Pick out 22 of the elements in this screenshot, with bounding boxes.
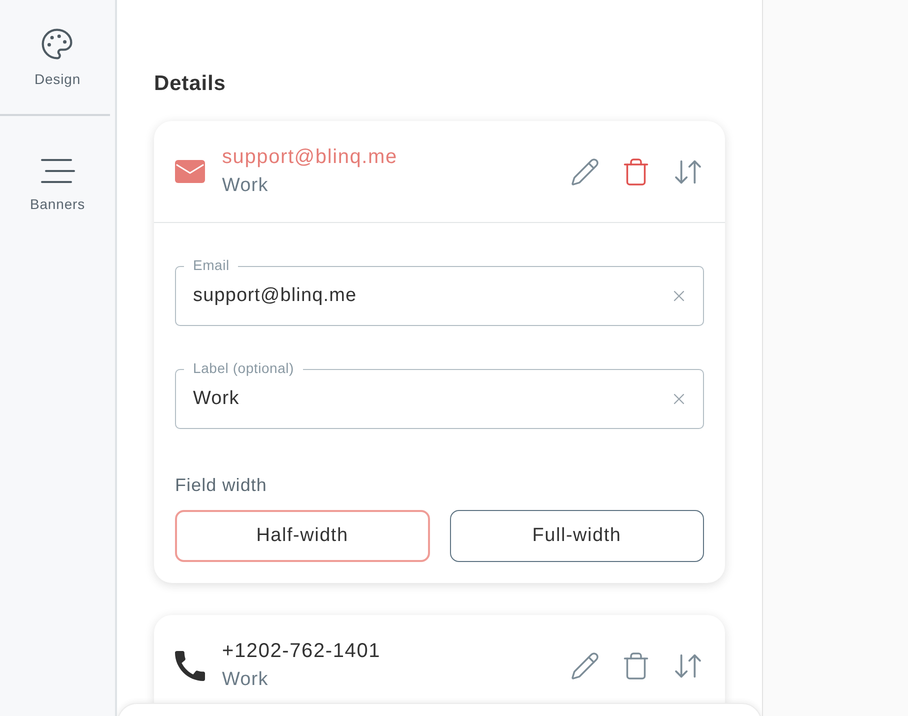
phone-icon: [175, 650, 205, 680]
delete-button[interactable]: [621, 650, 651, 680]
section-heading: Details: [154, 71, 227, 97]
contact-label: Work: [222, 668, 270, 692]
envelope-icon: [175, 160, 205, 183]
field-width-label: Field width: [175, 474, 268, 497]
width-option-button[interactable]: Half-width: [175, 510, 430, 562]
sidebar-item[interactable]: Design: [34, 27, 81, 87]
palette-icon: [40, 27, 74, 61]
menu-icon: [40, 159, 74, 183]
pencil-icon: [570, 650, 600, 680]
edit-button[interactable]: [570, 156, 600, 186]
edit-button[interactable]: [570, 650, 600, 680]
width-option-button[interactable]: Full-width: [450, 510, 704, 562]
delete-button[interactable]: [621, 156, 651, 186]
trash-icon: [621, 650, 651, 680]
pencil-icon: [570, 156, 600, 186]
contact-value: support@blinq.me: [222, 145, 398, 170]
trash-icon: [621, 156, 651, 186]
contact-label: Work: [222, 174, 270, 198]
sidebar-item[interactable]: Banners: [30, 159, 86, 212]
contact-value: +1202-762-1401: [222, 639, 382, 664]
